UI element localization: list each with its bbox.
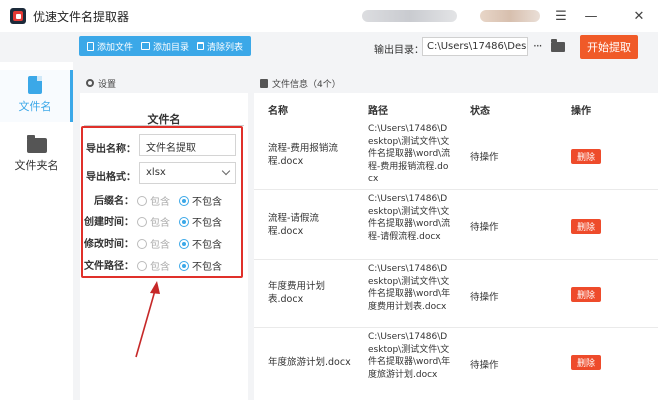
start-extract-button[interactable]: 开始提取 bbox=[580, 35, 638, 59]
file-name-cell: 年度费用计划表.docx bbox=[268, 281, 326, 305]
created-time-label: 创建时间： bbox=[84, 217, 134, 228]
path-include-radio[interactable] bbox=[137, 260, 147, 271]
file-info-title: 文件信息（4个） bbox=[272, 79, 341, 90]
file-icon bbox=[28, 76, 42, 94]
file-name-cell: 年度旅游计划.docx bbox=[268, 357, 351, 368]
open-folder-icon[interactable] bbox=[551, 39, 565, 52]
modified-include-radio[interactable] bbox=[137, 238, 147, 249]
export-format-value: xlsx bbox=[146, 167, 166, 178]
folder-icon bbox=[26, 135, 47, 153]
include-label: 包含 bbox=[150, 197, 170, 208]
table-row[interactable]: 流程-费用报销流程.docx C:\Users\17486\Desktop\测试… bbox=[254, 120, 658, 190]
settings-title: 设置 bbox=[98, 79, 117, 90]
modified-exclude-radio[interactable] bbox=[179, 238, 189, 249]
export-name-label: 导出名称： bbox=[86, 144, 136, 155]
file-name-cell: 流程-请假流程.docx bbox=[268, 213, 319, 237]
sidebar-item-label: 文件夹名 bbox=[14, 159, 59, 172]
sidebar-item-foldername[interactable]: 文件夹名 bbox=[0, 132, 73, 184]
file-path-cell: C:\Users\17486\Desktop\测试文件\文件名提取器\word\… bbox=[368, 194, 451, 242]
minimize-icon[interactable]: — bbox=[582, 7, 600, 25]
exclude-label: 不包含 bbox=[192, 262, 222, 273]
export-format-select[interactable]: xlsx bbox=[139, 162, 236, 184]
status-cell: 待操作 bbox=[470, 222, 499, 233]
delete-button[interactable]: 删除 bbox=[571, 149, 601, 164]
exclude-label: 不包含 bbox=[192, 218, 222, 229]
sidebar: 文件名 文件夹名 bbox=[0, 62, 73, 400]
file-path-label: 文件路径： bbox=[84, 261, 134, 272]
add-folder-icon bbox=[141, 42, 151, 50]
export-name-input[interactable]: 文件名提取 bbox=[139, 134, 236, 156]
status-cell: 待操作 bbox=[470, 360, 499, 371]
exclude-label: 不包含 bbox=[192, 197, 222, 208]
include-label: 包含 bbox=[150, 262, 170, 273]
column-header-action: 操作 bbox=[571, 106, 591, 117]
include-label: 包含 bbox=[150, 218, 170, 229]
suffix-options: 包含 不包含 bbox=[137, 193, 231, 208]
app-logo-icon bbox=[10, 8, 26, 24]
add-dir-button[interactable]: 添加目录 bbox=[137, 36, 193, 56]
file-path-options: 包含 不包含 bbox=[137, 258, 231, 273]
chevron-down-icon bbox=[221, 166, 231, 176]
created-exclude-radio[interactable] bbox=[179, 216, 189, 227]
sidebar-item-label: 文件名 bbox=[18, 100, 52, 113]
more-options-icon[interactable]: ··· bbox=[533, 39, 543, 53]
add-dir-label: 添加目录 bbox=[153, 42, 190, 53]
delete-button[interactable]: 删除 bbox=[571, 355, 601, 370]
file-path-cell: C:\Users\17486\Desktop\测试文件\文件名提取器\word\… bbox=[368, 124, 451, 184]
title-bar: 优速文件名提取器 ☰ — ✕ bbox=[0, 0, 658, 32]
file-info-panel: 文件信息（4个） 名称 路径 状态 操作 流程-费用报销流程.docx C:\U… bbox=[254, 73, 658, 400]
output-dir-label: 输出目录： bbox=[374, 45, 424, 56]
output-dir-input[interactable]: C:\Users\17486\Deskto bbox=[422, 37, 528, 56]
file-list-icon bbox=[260, 78, 268, 88]
file-actions-group: 添加文件 添加目录 清除列表 bbox=[79, 36, 252, 56]
table-row[interactable]: 年度费用计划表.docx C:\Users\17486\Desktop\测试文件… bbox=[254, 260, 658, 328]
blurred-account-info bbox=[362, 10, 457, 22]
suffix-label: 后缀名： bbox=[94, 196, 134, 207]
gear-icon bbox=[86, 79, 94, 87]
blurred-user-info bbox=[480, 10, 540, 22]
column-header-status: 状态 bbox=[470, 106, 490, 117]
suffix-exclude-radio[interactable] bbox=[179, 195, 189, 206]
delete-button[interactable]: 删除 bbox=[571, 219, 601, 234]
add-file-label: 添加文件 bbox=[97, 42, 134, 53]
path-exclude-radio[interactable] bbox=[179, 260, 189, 271]
created-include-radio[interactable] bbox=[137, 216, 147, 227]
table-row[interactable]: 年度旅游计划.docx C:\Users\17486\Desktop\测试文件\… bbox=[254, 328, 658, 400]
file-info-header: 文件信息（4个） bbox=[254, 73, 658, 93]
include-label: 包含 bbox=[150, 240, 170, 251]
file-name-cell: 流程-费用报销流程.docx bbox=[268, 143, 338, 167]
created-time-options: 包含 不包含 bbox=[137, 214, 231, 229]
settings-header: 设置 bbox=[80, 73, 248, 93]
table-row[interactable]: 流程-请假流程.docx C:\Users\17486\Desktop\测试文件… bbox=[254, 190, 658, 260]
clear-list-label: 清除列表 bbox=[207, 42, 244, 53]
file-path-cell: C:\Users\17486\Desktop\测试文件\文件名提取器\word\… bbox=[368, 332, 451, 380]
trash-icon bbox=[197, 42, 205, 50]
sidebar-item-filename[interactable]: 文件名 bbox=[0, 70, 73, 122]
column-header-name: 名称 bbox=[268, 106, 288, 117]
modified-time-label: 修改时间： bbox=[84, 239, 134, 250]
column-header-path: 路径 bbox=[368, 106, 388, 117]
menu-icon[interactable]: ☰ bbox=[552, 7, 570, 25]
clear-list-button[interactable]: 清除列表 bbox=[193, 36, 247, 56]
modified-time-options: 包含 不包含 bbox=[137, 236, 231, 251]
toolbar: 添加文件 添加目录 清除列表 输出目录： C:\Users\17486\Desk… bbox=[0, 32, 658, 62]
delete-button[interactable]: 删除 bbox=[571, 287, 601, 302]
close-icon[interactable]: ✕ bbox=[630, 7, 648, 25]
exclude-label: 不包含 bbox=[192, 240, 222, 251]
file-path-cell: C:\Users\17486\Desktop\测试文件\文件名提取器\word\… bbox=[368, 264, 451, 312]
status-cell: 待操作 bbox=[470, 152, 499, 163]
add-file-icon bbox=[87, 41, 94, 51]
status-cell: 待操作 bbox=[470, 292, 499, 303]
annotation-arrow bbox=[135, 281, 160, 358]
export-format-label: 导出格式： bbox=[86, 172, 136, 183]
suffix-include-radio[interactable] bbox=[137, 195, 147, 206]
app-title: 优速文件名提取器 bbox=[33, 9, 130, 24]
add-file-button[interactable]: 添加文件 bbox=[83, 36, 137, 56]
